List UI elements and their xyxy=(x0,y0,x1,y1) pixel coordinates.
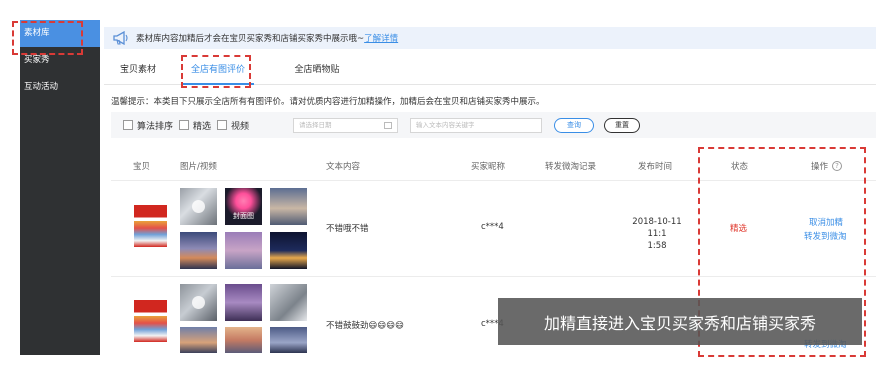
tab-item-materials[interactable]: 宝贝素材 xyxy=(108,55,168,85)
review-text: 不错鼓鼓劲😄😄😄😄 xyxy=(326,321,404,331)
checkbox-video[interactable]: 视频 xyxy=(217,119,249,132)
review-image[interactable] xyxy=(225,327,262,353)
notice-text: 素材库内容加精后才会在宝贝买家秀和店铺买家秀中展示哦~ xyxy=(136,34,365,44)
checkbox-label: 算法排序 xyxy=(137,121,174,132)
status-badge: 精选 xyxy=(730,224,748,234)
learn-more-link[interactable]: 了解详情 xyxy=(364,32,398,44)
tab-store-show-posts[interactable]: 全店晒物贴 xyxy=(282,55,352,85)
review-image[interactable] xyxy=(180,232,217,269)
header-publish-time: 发布时间 xyxy=(638,162,673,172)
forward-to-weitao-link[interactable]: 转发到微淘 xyxy=(804,230,847,242)
publish-time-line: 1:58 xyxy=(647,241,667,251)
buyer-nickname: c***4 xyxy=(481,222,504,232)
review-video-thumbnail[interactable] xyxy=(180,188,217,225)
review-image[interactable] xyxy=(270,188,307,225)
query-button[interactable]: 查询 xyxy=(554,117,595,133)
notice-bar: 素材库内容加精后才会在宝贝买家秀和店铺买家秀中展示哦~ 了解详情 xyxy=(104,27,876,49)
review-video-thumbnail[interactable] xyxy=(180,284,217,321)
header-actions: 操作 ? xyxy=(811,160,843,172)
review-text: 不错哦不错 xyxy=(326,224,369,234)
table-divider xyxy=(111,276,876,277)
header-status: 状态 xyxy=(731,162,749,172)
review-image-cover[interactable]: 封面图 xyxy=(225,188,262,225)
tab-bar: 宝贝素材 全店有图评价 全店晒物贴 xyxy=(104,55,876,85)
tip-text: 温馨提示：本类目下只展示全店所有有图评价。请对优质内容进行加精操作，加精后会在宝… xyxy=(111,97,545,107)
overlay-caption: 加精直接进入宝贝买家秀和店铺买家秀 xyxy=(498,298,862,345)
header-forward-record: 转发微淘记录 xyxy=(545,162,597,172)
product-thumbnail[interactable] xyxy=(134,205,167,247)
checkbox-label: 视频 xyxy=(231,121,250,132)
help-icon[interactable]: ? xyxy=(832,161,843,171)
header-item: 宝贝 xyxy=(133,162,151,172)
sidebar: 素材库 买家秀 互动活动 xyxy=(20,20,100,355)
header-actions-label: 操作 xyxy=(811,162,829,172)
publish-time: 2018-10-11 11:1 1:58 xyxy=(624,216,690,252)
reset-button[interactable]: 重置 xyxy=(604,117,641,133)
date-picker-input[interactable]: 请选择日期 xyxy=(293,117,399,133)
header-text-content: 文本内容 xyxy=(326,162,361,172)
calendar-icon xyxy=(384,121,393,129)
checkbox-featured[interactable]: 精选 xyxy=(179,119,211,132)
cover-label: 封面图 xyxy=(233,212,254,220)
sidebar-item-buyer-show[interactable]: 买家秀 xyxy=(20,47,100,74)
keyword-search-input[interactable]: 输入文本内容关键字 xyxy=(410,117,543,133)
review-image[interactable] xyxy=(180,327,217,353)
header-buyer-nickname: 买家昵称 xyxy=(471,162,506,172)
tab-store-photo-reviews[interactable]: 全店有图评价 xyxy=(182,55,254,85)
date-placeholder: 请选择日期 xyxy=(299,120,332,129)
checkbox-label: 精选 xyxy=(193,121,212,132)
checkbox-algorithm-sort[interactable]: 算法排序 xyxy=(123,119,173,132)
play-icon xyxy=(192,296,205,309)
megaphone-icon xyxy=(113,31,128,45)
product-thumbnail[interactable] xyxy=(134,300,167,342)
checkbox-box[interactable] xyxy=(217,120,228,130)
review-image[interactable] xyxy=(225,232,262,269)
publish-time-line: 2018-10-11 11:1 xyxy=(632,217,682,239)
play-icon xyxy=(192,200,205,213)
cancel-featured-link[interactable]: 取消加精 xyxy=(809,216,843,228)
header-media: 图片/视频 xyxy=(180,162,217,172)
checkbox-box[interactable] xyxy=(179,120,190,130)
filter-bar: 算法排序 精选 视频 请选择日期 输入文本内容关键字 查询 重置 xyxy=(111,112,876,138)
table-divider xyxy=(111,180,876,181)
review-image[interactable] xyxy=(270,284,307,321)
sidebar-item-material-library[interactable]: 素材库 xyxy=(20,20,100,47)
review-image[interactable] xyxy=(270,327,307,353)
checkbox-box[interactable] xyxy=(123,120,133,130)
review-image[interactable] xyxy=(270,232,307,269)
review-image[interactable] xyxy=(225,284,262,321)
sidebar-item-interactive-activities[interactable]: 互动活动 xyxy=(20,74,100,101)
